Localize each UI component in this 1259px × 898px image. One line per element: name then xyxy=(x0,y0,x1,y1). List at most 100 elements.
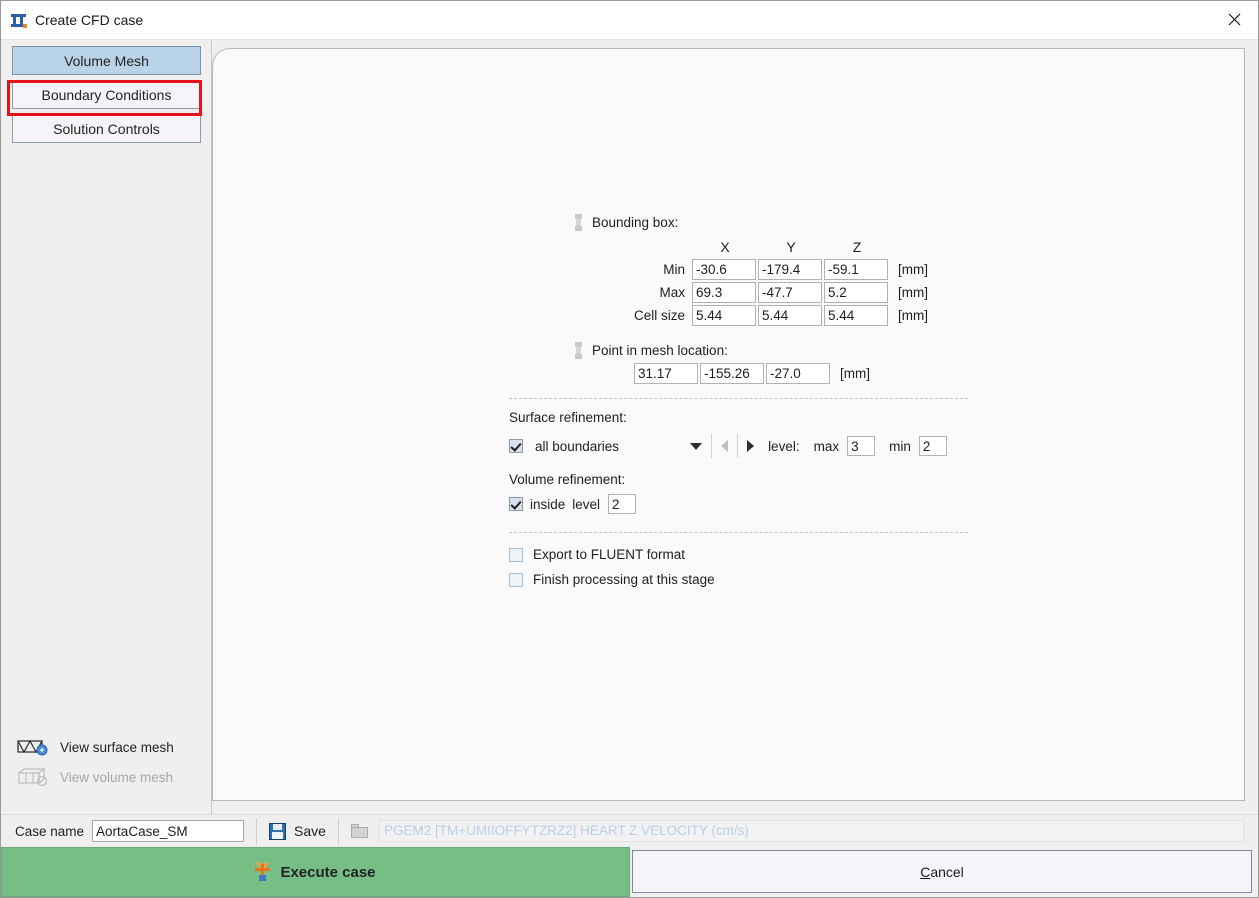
point-in-mesh-header: Point in mesh location: xyxy=(574,342,1258,359)
cancel-accel-char: C xyxy=(920,863,931,880)
view-volume-mesh-link[interactable]: View volume mesh xyxy=(17,762,211,792)
pin-icon xyxy=(574,342,583,359)
tab-volume-mesh[interactable]: Volume Mesh xyxy=(12,46,201,75)
finish-processing-checkbox[interactable] xyxy=(509,572,523,587)
min-x-input[interactable] xyxy=(692,259,757,280)
panel-area: Bounding box: X Y Z Min -30.6 -179.4 -59… xyxy=(212,40,1258,814)
export-to-fluent-checkbox[interactable] xyxy=(509,547,523,562)
divider-1 xyxy=(509,398,968,399)
table-row-cell-size: Cell size [mm] xyxy=(634,304,928,327)
next-arrow-icon[interactable] xyxy=(747,440,755,452)
close-icon[interactable] xyxy=(1211,1,1258,38)
min-label: min xyxy=(889,438,911,454)
save-button[interactable]: Save xyxy=(269,822,326,840)
volume-level-input[interactable] xyxy=(608,494,637,514)
all-boundaries-checkbox[interactable] xyxy=(509,439,523,453)
divider-vertical xyxy=(711,434,713,458)
point-in-mesh-z-input[interactable] xyxy=(766,363,830,384)
surface-refinement-title: Surface refinement: xyxy=(509,410,627,425)
surface-level-max-input[interactable] xyxy=(847,436,876,456)
max-z-input[interactable] xyxy=(824,282,889,303)
case-path-field[interactable]: PGEM2 [TM+UMIIOFFYTZRZ2] HEART Z VELOCIT… xyxy=(378,820,1244,842)
row-label-cell-size: Cell size xyxy=(634,308,686,323)
save-button-label: Save xyxy=(294,823,326,839)
min-y-input[interactable] xyxy=(758,259,823,280)
point-in-mesh-y-input[interactable] xyxy=(700,363,764,384)
cell-size-unit: [mm] xyxy=(898,308,929,323)
sidebar-mesh-links: View surface mesh View volume mesh xyxy=(1,732,211,814)
max-label: max xyxy=(813,438,840,454)
bounding-box-title: Bounding box: xyxy=(592,215,679,230)
tab-solution-controls-label: Solution Controls xyxy=(53,121,160,137)
option-finish-processing-row: Finish processing at this stage xyxy=(509,572,1258,587)
min-unit: [mm] xyxy=(898,262,929,277)
max-y-input[interactable] xyxy=(758,282,823,303)
pin-icon xyxy=(574,214,583,231)
finish-processing-label: Finish processing at this stage xyxy=(533,572,715,587)
volume-level-label: level xyxy=(572,496,601,512)
max-unit: [mm] xyxy=(898,285,929,300)
inside-checkbox[interactable] xyxy=(509,497,523,511)
table-header-row: X Y Z xyxy=(634,235,928,258)
tab-boundary-conditions-label: Boundary Conditions xyxy=(41,87,172,103)
row-label-min: Min xyxy=(663,262,686,277)
cancel-button[interactable]: Cancel xyxy=(632,850,1252,893)
action-bar: Execute case Cancel xyxy=(1,847,1258,897)
point-in-mesh-group: Point in mesh location: [mm] xyxy=(574,342,1258,384)
window-body: Volume Mesh Boundary Conditions Solution… xyxy=(1,40,1258,814)
point-in-mesh-unit: [mm] xyxy=(840,366,870,381)
case-name-bar: Case name Save PGEM2 [TM+UMIIOFFYTZRZ2] … xyxy=(1,814,1258,847)
column-header-x: X xyxy=(720,238,730,255)
folder-open-icon[interactable] xyxy=(350,823,369,839)
cfd-app-icon xyxy=(10,12,27,29)
level-label: level: xyxy=(768,438,800,454)
bounding-box-header: Bounding box: xyxy=(574,214,1258,231)
point-in-mesh-x-input[interactable] xyxy=(634,363,698,384)
create-cfd-case-window: Create CFD case Volume Mesh Boundary Con… xyxy=(0,0,1259,898)
bounding-box-table: X Y Z Min [mm] Max xyxy=(634,235,928,327)
view-surface-mesh-label: View surface mesh xyxy=(60,739,174,755)
tab-boundary-conditions[interactable]: Boundary Conditions xyxy=(12,80,201,109)
option-export-fluent-row: Export to FLUENT format xyxy=(509,547,1258,562)
previous-arrow-icon[interactable] xyxy=(721,440,729,452)
row-label-max: Max xyxy=(659,285,686,300)
table-row-min: Min [mm] xyxy=(634,258,928,281)
execute-case-label: Execute case xyxy=(280,863,376,881)
all-boundaries-label: all boundaries xyxy=(535,438,620,454)
point-in-mesh-row: [mm] xyxy=(634,363,1258,384)
max-x-input[interactable] xyxy=(692,282,757,303)
point-in-mesh-title: Point in mesh location: xyxy=(592,343,728,358)
tab-volume-mesh-label: Volume Mesh xyxy=(64,53,149,69)
column-header-y: Y xyxy=(786,238,796,255)
case-name-input[interactable] xyxy=(92,820,245,842)
view-volume-mesh-label: View volume mesh xyxy=(60,769,174,785)
sidebar: Volume Mesh Boundary Conditions Solution… xyxy=(1,40,212,814)
bounding-box-group: Bounding box: X Y Z Min -30.6 -179.4 -59… xyxy=(574,214,1258,327)
cancel-label-rest: ancel xyxy=(930,863,964,880)
cell-size-x-input[interactable] xyxy=(692,305,757,326)
table-row-max: Max [mm] xyxy=(634,281,928,304)
inside-label: inside xyxy=(530,496,566,512)
divider-vertical xyxy=(256,818,258,844)
volume-refinement-group: Volume refinement: inside level xyxy=(509,472,1258,514)
case-name-label: Case name xyxy=(15,823,85,839)
divider-vertical xyxy=(337,818,339,844)
divider-vertical xyxy=(737,434,739,458)
surface-mesh-icon xyxy=(17,737,51,757)
surface-refinement-group: Surface refinement: all boundaries level… xyxy=(509,410,1258,458)
surface-level-min-input[interactable] xyxy=(918,436,947,456)
sparkle-icon xyxy=(255,861,271,881)
view-surface-mesh-link[interactable]: View surface mesh xyxy=(17,732,211,762)
window-title: Create CFD case xyxy=(35,12,144,28)
volume-mesh-icon xyxy=(17,767,51,787)
column-header-z: Z xyxy=(852,238,862,255)
chevron-down-icon[interactable] xyxy=(690,442,703,450)
tab-solution-controls[interactable]: Solution Controls xyxy=(12,114,201,143)
min-z-input[interactable] xyxy=(824,259,889,280)
execute-case-button[interactable]: Execute case xyxy=(1,847,630,897)
cell-size-y-input[interactable] xyxy=(758,305,823,326)
title-bar: Create CFD case xyxy=(1,1,1258,40)
cell-size-z-input[interactable] xyxy=(824,305,889,326)
export-to-fluent-label: Export to FLUENT format xyxy=(533,547,686,562)
tab-list: Volume Mesh Boundary Conditions Solution… xyxy=(1,40,211,148)
